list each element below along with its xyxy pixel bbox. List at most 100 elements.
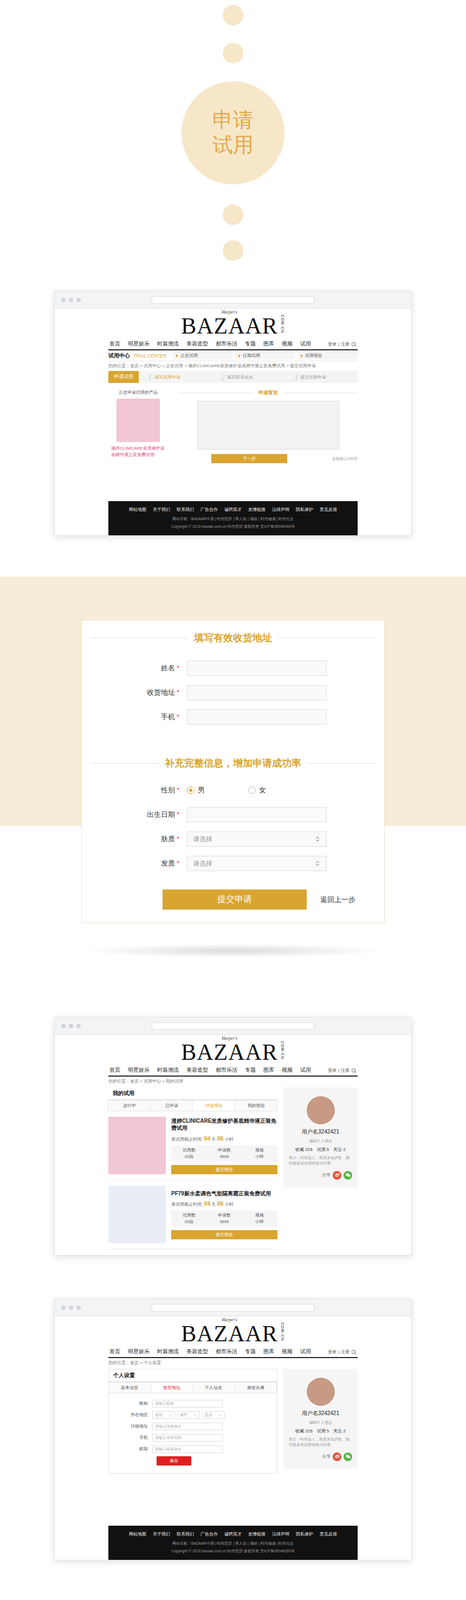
select-input[interactable]: 区县: [202, 1409, 225, 1418]
window-dot[interactable]: [68, 1023, 74, 1028]
profile-stat[interactable]: 试用 5: [316, 1426, 330, 1433]
avatar[interactable]: [305, 1094, 336, 1125]
select-input[interactable]: 请选择: [186, 830, 327, 846]
search-icon[interactable]: [351, 1066, 357, 1073]
nav-item[interactable]: 都市乐活: [215, 340, 238, 348]
nav-item[interactable]: 图库: [263, 1065, 275, 1073]
edit-profile-link[interactable]: 编辑个人信息: [309, 1418, 333, 1425]
footer-link[interactable]: 诚聘英才: [224, 1530, 242, 1536]
select-input[interactable]: 请选择: [186, 855, 327, 871]
submit-button[interactable]: 提交申请: [162, 888, 307, 909]
nav-item[interactable]: 试用: [300, 1347, 312, 1355]
trial-link[interactable]: 往期试用: [235, 351, 296, 360]
tab[interactable]: 个人信息: [192, 1380, 236, 1393]
profile-stat[interactable]: 关注 2: [333, 1426, 346, 1433]
tab[interactable]: 待提报告: [192, 1098, 236, 1111]
weibo-icon[interactable]: [332, 1451, 342, 1460]
account-link[interactable]: 注册: [340, 1347, 350, 1354]
account-link[interactable]: 注册: [340, 340, 350, 347]
bazaar-logo[interactable]: Harper'sBAZAARCOM.CN: [180, 1316, 286, 1344]
submit-report-button[interactable]: 提交报告: [171, 1163, 278, 1174]
window-dot[interactable]: [76, 297, 81, 302]
product-image[interactable]: [116, 398, 160, 442]
address-bar[interactable]: [151, 295, 315, 304]
bazaar-logo[interactable]: Harper'sBAZAARCOM.CN: [180, 309, 286, 338]
account-link[interactable]: 登录: [327, 340, 337, 347]
footer-link[interactable]: 关于我们: [152, 506, 171, 513]
footer-link[interactable]: 广告合作: [200, 506, 218, 513]
nav-item[interactable]: 图库: [263, 340, 275, 348]
window-dot[interactable]: [68, 297, 74, 302]
nav-item[interactable]: 都市乐活: [215, 1065, 238, 1073]
tab[interactable]: 已申请: [150, 1098, 193, 1111]
footer-link[interactable]: 意见反馈: [319, 506, 338, 513]
profile-stat[interactable]: 收藏 225: [295, 1145, 313, 1152]
select-input[interactable]: 城市: [177, 1409, 200, 1418]
select-input[interactable]: 省份: [152, 1409, 176, 1418]
footer-link[interactable]: 隐私保护: [295, 506, 314, 513]
nav-item[interactable]: 试用: [300, 340, 312, 348]
search-icon[interactable]: [351, 341, 357, 347]
tab[interactable]: 修改头像: [234, 1380, 278, 1393]
text-input[interactable]: [186, 684, 327, 700]
trial-link[interactable]: 正在试用: [172, 351, 233, 360]
account-link[interactable]: 注册: [340, 1066, 350, 1073]
nav-item[interactable]: 明星娱乐: [127, 340, 150, 348]
nav-item[interactable]: 时装潮流: [157, 1065, 179, 1073]
text-input[interactable]: [186, 708, 327, 724]
wechat-icon[interactable]: [343, 1169, 353, 1179]
nav-item[interactable]: 视频: [281, 340, 293, 348]
footer-link[interactable]: 关于我们: [152, 1530, 171, 1536]
product-image[interactable]: [108, 1115, 166, 1174]
text-input[interactable]: 请输入手机号码: [152, 1432, 223, 1441]
declaration-textarea[interactable]: [197, 400, 340, 450]
window-dot[interactable]: [68, 1304, 74, 1309]
text-input[interactable]: [186, 806, 327, 822]
profile-stat[interactable]: 关注 2: [333, 1145, 346, 1152]
trial-link[interactable]: 试用报告: [297, 351, 358, 360]
nav-item[interactable]: 明星娱乐: [127, 1065, 150, 1073]
text-input[interactable]: 请输入邮箱地址: [152, 1444, 223, 1452]
footer-link[interactable]: 隐私保护: [295, 1530, 314, 1536]
footer-link[interactable]: 广告合作: [200, 1530, 218, 1536]
radio-option[interactable]: 女: [248, 784, 267, 795]
text-input[interactable]: [186, 659, 327, 676]
wechat-icon[interactable]: [343, 1451, 353, 1460]
submit-report-button[interactable]: 提交报告: [171, 1228, 278, 1239]
footer-link[interactable]: 友情链接: [248, 1530, 266, 1536]
weibo-icon[interactable]: [332, 1169, 342, 1179]
nav-item[interactable]: 图库: [263, 1347, 275, 1355]
back-link[interactable]: 返回上一步: [320, 894, 356, 904]
profile-stat[interactable]: 收藏 225: [295, 1426, 313, 1433]
footer-link[interactable]: 意见反馈: [319, 1530, 338, 1536]
nav-item[interactable]: 时装潮流: [157, 340, 179, 348]
window-dot[interactable]: [76, 1023, 81, 1028]
text-input[interactable]: 请输入昵称: [152, 1398, 223, 1407]
footer-link[interactable]: 网站地图: [128, 1530, 147, 1536]
nav-item[interactable]: 首页: [109, 340, 121, 348]
profile-stat[interactable]: 试用 5: [316, 1145, 330, 1152]
tab[interactable]: 基本信息: [108, 1380, 152, 1393]
nav-item[interactable]: 首页: [109, 1347, 121, 1355]
footer-link[interactable]: 联系我们: [176, 506, 194, 513]
product-name[interactable]: 漫婷CLINICARE发质修护基底精华液正装免费试用: [111, 444, 166, 457]
text-input[interactable]: 请输入详细地址: [152, 1421, 223, 1429]
nav-item[interactable]: 美容造型: [186, 1347, 209, 1355]
window-dot[interactable]: [61, 1304, 66, 1309]
nav-item[interactable]: 专题: [244, 340, 256, 348]
nav-item[interactable]: 明星娱乐: [127, 1347, 150, 1355]
nav-item[interactable]: 美容造型: [186, 340, 209, 348]
nav-item[interactable]: 视频: [281, 1347, 293, 1355]
footer-link[interactable]: 法律声明: [272, 506, 290, 513]
search-icon[interactable]: [351, 1348, 357, 1354]
nav-item[interactable]: 试用: [300, 1065, 312, 1073]
product-image[interactable]: [108, 1184, 166, 1242]
nav-item[interactable]: 美容造型: [186, 1065, 209, 1073]
nav-item[interactable]: 专题: [244, 1347, 256, 1355]
window-dot[interactable]: [61, 1023, 66, 1028]
edit-profile-link[interactable]: 编辑个人信息: [309, 1137, 333, 1143]
footer-link[interactable]: 友情链接: [248, 506, 266, 513]
save-button[interactable]: 保存: [156, 1454, 192, 1465]
next-button[interactable]: 下一步: [211, 453, 288, 463]
product-name[interactable]: 漫婷CLINICARE发质修护基底精华液正装免费试用: [171, 1116, 278, 1131]
